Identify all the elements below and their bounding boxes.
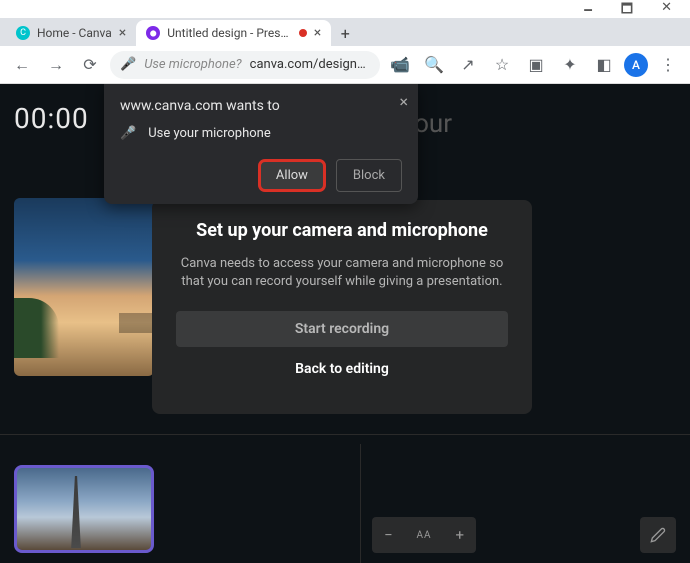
zoom-icon[interactable]: 🔍	[420, 51, 448, 79]
horizontal-divider	[0, 434, 690, 435]
profile-avatar[interactable]: A	[624, 53, 648, 77]
canva-favicon-icon: ⬤	[146, 26, 160, 40]
setup-modal: Set up your camera and microphone Canva …	[152, 200, 532, 414]
start-recording-button[interactable]: Start recording	[176, 311, 508, 347]
recording-timer: 00:00	[14, 102, 89, 135]
canva-favicon-icon: C	[16, 26, 30, 40]
recording-indicator-icon	[299, 29, 307, 37]
permission-row: 🎤 Use your microphone	[120, 126, 402, 141]
new-tab-button[interactable]: +	[331, 20, 359, 46]
modal-heading: Set up your camera and microphone	[196, 220, 488, 241]
close-icon[interactable]: ×	[399, 92, 408, 111]
allow-button[interactable]: Allow	[258, 159, 326, 192]
close-window-icon[interactable]: ✕	[661, 0, 672, 15]
slide-thumbnail[interactable]	[14, 465, 154, 553]
share-icon[interactable]: ↗	[454, 51, 482, 79]
permission-buttons: Allow Block	[120, 159, 402, 192]
permission-title: www.canva.com wants to	[120, 98, 402, 114]
permission-prompt: × www.canva.com wants to 🎤 Use your micr…	[104, 84, 418, 204]
install-icon[interactable]: ▣	[522, 51, 550, 79]
bookmark-icon[interactable]: ☆	[488, 51, 516, 79]
slide-preview-large	[14, 198, 154, 376]
omnibox-url: canva.com/design/DA...	[250, 57, 370, 72]
tab-title: Home - Canva	[37, 26, 112, 40]
close-tab-icon[interactable]: ×	[119, 25, 126, 41]
window-controls: 🗕 🗖 ✕	[0, 0, 690, 18]
tab-design[interactable]: ⬤ Untitled design - Presen ×	[136, 20, 331, 46]
minimize-icon[interactable]: 🗕	[584, 0, 593, 22]
pencil-icon	[650, 527, 666, 543]
camera-icon[interactable]: 📹	[386, 51, 414, 79]
browser-toolbar: ← → ⟳ 🎤 Use microphone? canva.com/design…	[0, 46, 690, 84]
reload-icon[interactable]: ⟳	[76, 51, 104, 79]
sidepanel-icon[interactable]: ◧	[590, 51, 618, 79]
menu-icon[interactable]: ⋮	[654, 51, 682, 79]
zoom-out-icon[interactable]: −	[384, 526, 393, 544]
modal-body: Canva needs to access your camera and mi…	[176, 255, 508, 291]
close-tab-icon[interactable]: ×	[314, 25, 321, 41]
back-to-editing-link[interactable]: Back to editing	[295, 361, 389, 377]
vertical-divider	[360, 444, 361, 563]
microphone-icon: 🎤	[120, 126, 136, 141]
edit-button[interactable]	[640, 517, 676, 553]
forward-icon[interactable]: →	[42, 51, 70, 79]
tab-home[interactable]: C Home - Canva ×	[6, 20, 136, 46]
page-content: 00:00 d notes to your sign Set up your c…	[0, 84, 690, 563]
mic-permission-icon: 🎤	[120, 57, 136, 72]
tab-title: Untitled design - Presen	[167, 26, 292, 40]
tab-strip: C Home - Canva × ⬤ Untitled design - Pre…	[0, 18, 690, 46]
zoom-in-icon[interactable]: +	[456, 526, 465, 544]
extensions-icon[interactable]: ✦	[556, 51, 584, 79]
omnibox-hint: Use microphone?	[144, 57, 241, 72]
text-zoom-control: − AA +	[372, 517, 476, 553]
back-icon[interactable]: ←	[8, 51, 36, 79]
block-button[interactable]: Block	[336, 159, 402, 192]
maximize-icon[interactable]: 🗖	[621, 0, 633, 22]
zoom-label: AA	[417, 530, 432, 541]
permission-text: Use your microphone	[148, 126, 271, 141]
omnibox[interactable]: 🎤 Use microphone? canva.com/design/DA...	[110, 51, 380, 79]
